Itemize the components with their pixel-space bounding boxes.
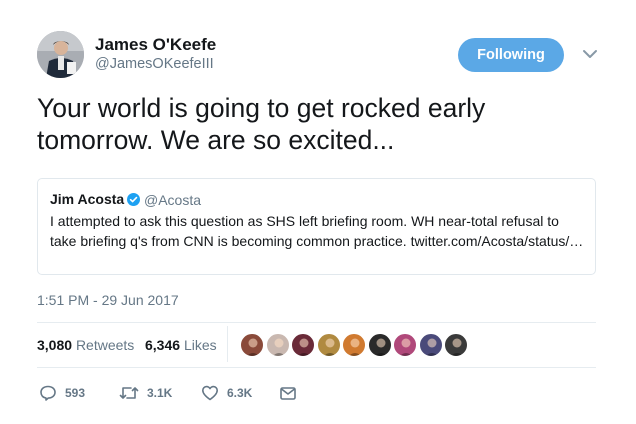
like-button[interactable]: 6.3K [201, 384, 252, 402]
like-count: 6.3K [227, 386, 253, 400]
divider [37, 367, 596, 368]
chevron-down-icon[interactable] [582, 47, 598, 59]
tweet-timestamp[interactable]: 1:51 PM - 29 Jun 2017 [37, 292, 179, 308]
direct-message-icon [279, 384, 297, 402]
tweet-header: James O'Keefe @JamesOKeefeIII Following [37, 31, 607, 79]
liker-avatar-5[interactable] [342, 333, 366, 357]
retweet-icon [119, 384, 139, 402]
author-handle[interactable]: @JamesOKeefeIII [95, 56, 214, 72]
liker-avatar-4[interactable] [316, 333, 341, 357]
quoted-tweet[interactable]: Jim Acosta @Acosta I attempted to ask th… [37, 178, 596, 275]
divider [37, 322, 596, 323]
author-avatar[interactable] [37, 31, 84, 78]
author-name[interactable]: James O'Keefe [95, 35, 216, 55]
liker-avatar-6[interactable] [367, 333, 392, 357]
heart-icon [201, 384, 219, 402]
retweets-stat[interactable]: 3,080 Retweets [37, 337, 134, 353]
retweet-count: 3.1K [147, 386, 173, 400]
tweet-text: Your world is going to get rocked early … [37, 93, 486, 155]
liker-avatar-2[interactable] [265, 333, 290, 357]
reply-icon [39, 384, 57, 402]
likes-label: Likes [183, 337, 217, 353]
direct-message-button[interactable] [279, 384, 297, 402]
retweets-count: 3,080 [37, 337, 73, 353]
quoted-author-handle: @Acosta [144, 192, 202, 208]
following-button[interactable]: Following [458, 38, 564, 72]
likes-count: 6,346 [145, 337, 181, 353]
liker-avatar-1[interactable] [240, 333, 264, 357]
reply-count: 593 [65, 386, 86, 400]
reply-button[interactable]: 593 [39, 384, 85, 402]
retweets-label: Retweets [75, 337, 135, 353]
liker-avatar-7[interactable] [393, 333, 417, 357]
liker-avatar-3[interactable] [291, 333, 315, 357]
quoted-tweet-text: I attempted to ask this question as SHS … [50, 213, 584, 249]
retweet-button[interactable]: 3.1K [119, 384, 172, 402]
liker-avatar-8[interactable] [418, 333, 443, 357]
quoted-author-name: Jim Acosta [50, 191, 125, 207]
liker-avatar-9[interactable] [444, 333, 468, 357]
stats-separator [227, 326, 228, 362]
likes-stat[interactable]: 6,346 Likes [145, 337, 217, 353]
verified-badge-icon [127, 193, 140, 206]
